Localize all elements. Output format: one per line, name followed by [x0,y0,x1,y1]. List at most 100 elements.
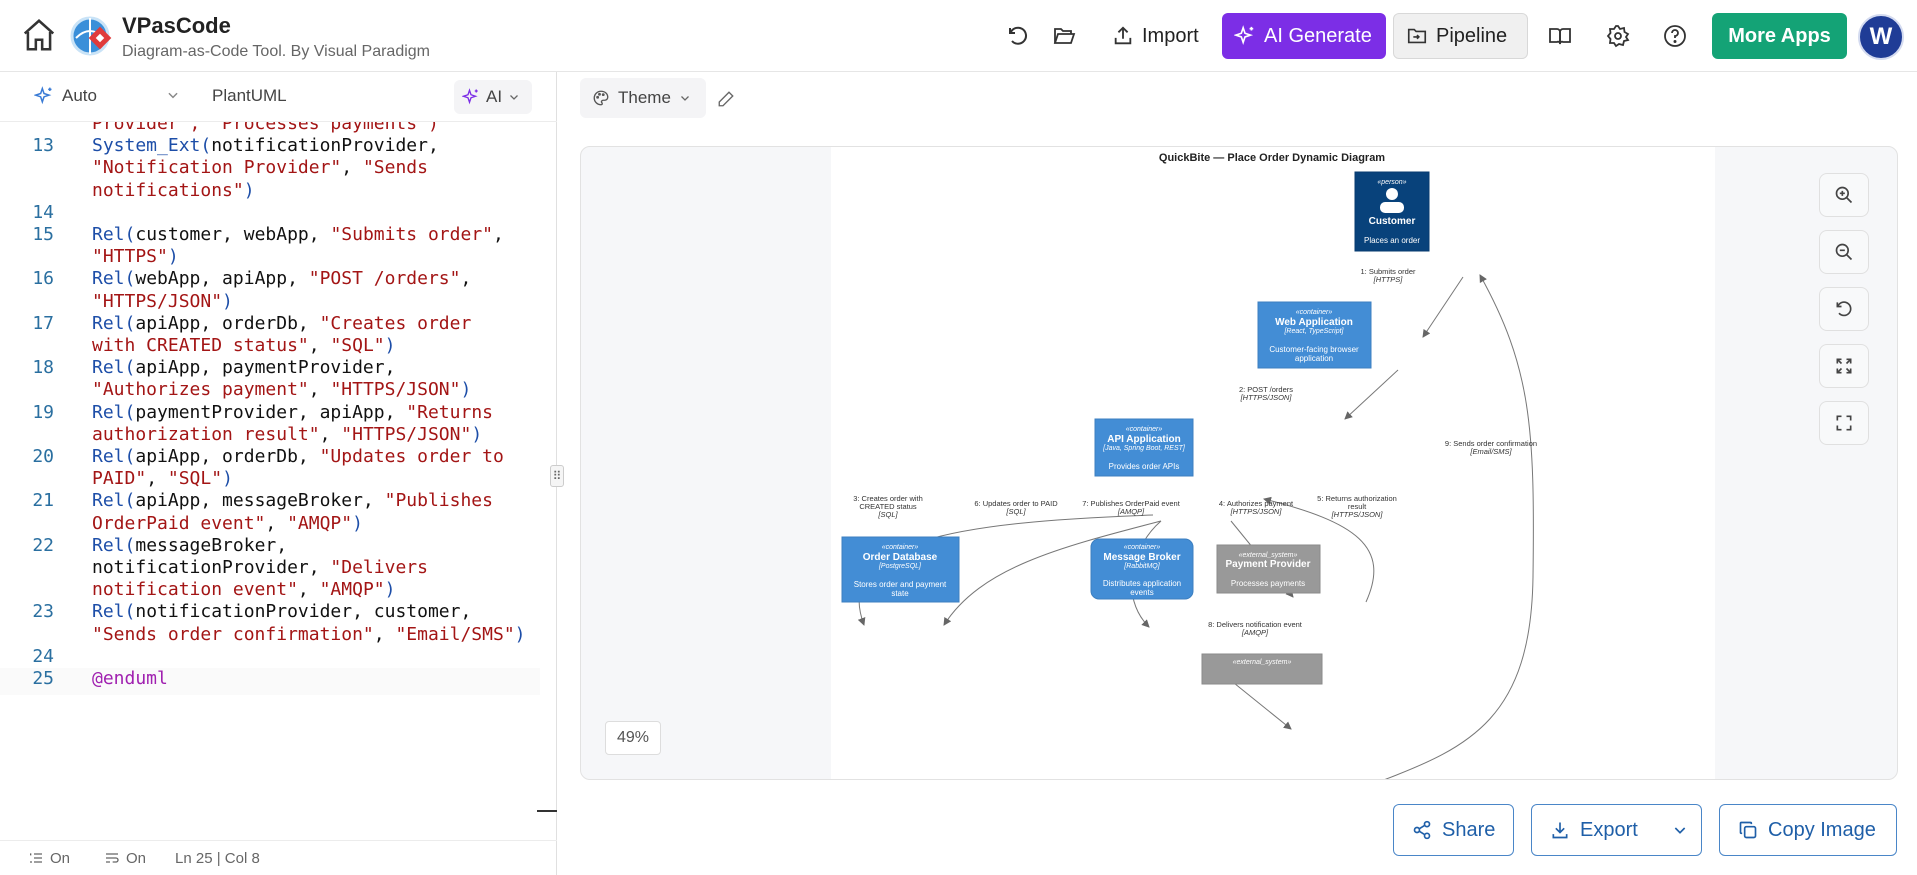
code-text: "HTTPS/JSON") [92,291,233,312]
import-button[interactable]: Import [1100,13,1212,59]
code-token: , [373,623,396,645]
code-token: ( [124,312,136,334]
code-token: ( [124,224,136,245]
api-stereotype: «container» [1126,426,1163,433]
code-token: Rel [92,224,125,245]
sparkle-icon [462,88,478,105]
theme-selector[interactable]: Theme [580,78,706,118]
copy-image-button[interactable]: Copy Image [1719,804,1897,856]
code-token: apiApp, paymentProvider, [135,357,396,379]
api-tech: [Java, Spring Boot, REST] [1102,445,1186,452]
more-apps-button[interactable]: More Apps [1712,13,1847,59]
chevron-down-icon[interactable] [166,88,180,107]
diagram-image: QuickBite — Place Order Dynamic Diagram … [831,147,1715,779]
code-token: apiApp, orderDb, [135,312,320,334]
share-button[interactable]: Share [1393,804,1514,856]
code-token: Provider", "Processes payments") [92,122,439,134]
db-desc-1: Stores order and payment [854,580,947,589]
code-token: "AMQP" [287,512,353,534]
code-text: Rel(apiApp, paymentProvider, [92,357,395,378]
code-text: notificationProvider, "Delivers [92,557,428,578]
fit-to-screen-icon[interactable] [1819,344,1869,388]
pipeline-label: Pipeline [1436,24,1508,47]
broker-stereotype: «container» [1124,544,1161,551]
code-token: "Sends [362,157,428,179]
zoom-out-icon[interactable] [1819,230,1869,274]
api-name: API Application [1107,434,1181,445]
db-tech: [PostgreSQL] [878,563,922,570]
chevron-down-icon[interactable] [1672,822,1688,838]
node-payment-provider: «external_system» Payment Provider Proce… [1216,544,1321,594]
home-icon[interactable] [18,14,60,56]
download-icon [1552,822,1568,839]
edge-submits-order [1422,276,1464,338]
rel8-tech: [AMQP] [1241,628,1269,637]
code-token: , [265,512,288,534]
pencil-icon[interactable] [713,86,739,112]
code-token: messageBroker, [135,534,288,556]
pipeline-button[interactable]: Pipeline [1393,13,1528,59]
code-text: "Authorizes payment", "HTTPS/JSON") [92,379,471,400]
word-wrap-toggle[interactable]: On [104,850,146,867]
code-token: , [460,268,472,290]
book-icon[interactable] [1542,18,1578,54]
rel3-tech: [SQL] [877,510,898,519]
user-avatar[interactable]: W [1858,14,1904,60]
code-token: , [146,468,168,490]
app-header: VPasCode Diagram-as-Code Tool. By Visual… [0,0,1917,72]
diagram-canvas[interactable]: QuickBite — Place Order Dynamic Diagram … [580,146,1898,780]
code-token: "SQL" [167,468,223,490]
auto-mode-selector[interactable]: Auto [34,86,97,106]
editor-ai-button[interactable]: AI [454,80,532,114]
code-text-area[interactable]: Provider", "Processes payments") 13 System… [0,122,540,825]
node-message-broker: «container» Message Broker [RabbitMQ] Di… [1090,538,1194,600]
code-token: , [493,224,504,245]
line-number: 18 [32,357,54,379]
code-token: "Creates order [319,312,472,334]
sparkle-icon [1234,25,1254,46]
code-token: ) [222,290,233,312]
vpascode-logo [70,14,114,58]
pane-splitter-handle[interactable]: ⠿ [550,465,564,487]
ai-generate-button[interactable]: AI Generate [1222,13,1386,59]
fullscreen-icon[interactable] [1819,401,1869,445]
code-token: ) [243,179,255,201]
zoom-in-icon[interactable] [1819,173,1869,217]
broker-name: Message Broker [1103,552,1180,563]
import-label: Import [1142,24,1199,47]
code-token: OrderPaid event" [92,512,266,534]
copy-image-label: Copy Image [1768,818,1876,841]
code-token: ( [124,401,136,423]
language-label: PlantUML [212,86,287,105]
code-text: Rel(webApp, apiApp, "POST /orders", [92,268,471,289]
open-folder-icon[interactable] [1046,18,1082,54]
cursor-position: Ln 25 | Col 8 [175,849,260,867]
code-text: Rel(apiApp, orderDb, "Creates order [92,313,471,334]
rel6-tech: [SQL] [1005,507,1026,516]
line-numbers-toggle[interactable]: On [28,850,70,867]
help-icon[interactable] [1657,18,1693,54]
code-token: notification event" [92,579,298,601]
rel9-tech: [Email/SMS] [1469,447,1512,456]
code-token: ) [384,335,396,356]
c4-dynamic-diagram: QuickBite — Place Order Dynamic Diagram … [841,152,1537,779]
app-title: VPasCode [122,13,231,38]
line-number: 24 [32,645,54,667]
settings-icon[interactable] [1600,18,1636,54]
code-token: @enduml [92,668,168,689]
node-api-app: «container» API Application [Java, Sprin… [1094,418,1194,477]
web-desc-1: Customer-facing browser [1269,345,1359,354]
code-text: Provider", "Processes payments") [92,122,439,134]
sparkle-icon [34,86,52,105]
customer-name: Customer [1369,216,1416,227]
ai-generate-label: AI Generate [1264,24,1372,47]
code-token: System_Ext [92,135,201,157]
code-line[interactable]: 25 @enduml [0,668,540,695]
web-stereotype: «container» [1296,309,1333,316]
code-token: "Publishes [384,490,493,512]
undo-icon[interactable] [1000,18,1036,54]
line-number: 25 [32,668,54,689]
export-button[interactable]: Export [1531,804,1702,856]
reset-zoom-icon[interactable] [1819,287,1869,331]
line-number: 15 [32,224,54,245]
